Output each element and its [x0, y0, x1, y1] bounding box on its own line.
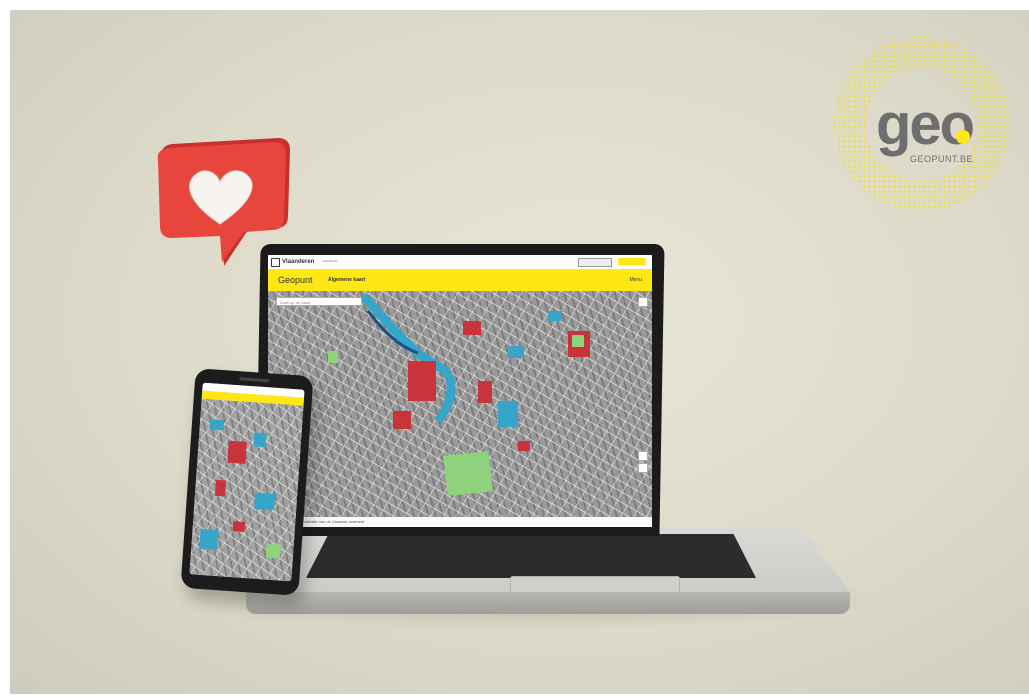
logo-caption: GEOPUNT.BE — [910, 154, 974, 164]
map-overlay — [328, 292, 590, 496]
government-badge — [578, 258, 612, 267]
smartphone — [180, 368, 314, 596]
logo-wordmark: geo — [876, 92, 975, 157]
edit-icon[interactable] — [638, 297, 648, 307]
map-search-input[interactable]: Zoek op de kaart — [276, 297, 362, 306]
map-canvas[interactable]: Zoek op de kaart — [268, 291, 652, 517]
page-title: Geopunt — [278, 275, 313, 285]
phone-screen — [189, 382, 305, 582]
laptop-keyboard — [306, 534, 756, 578]
site-subbrand: GEOPUNT — [323, 259, 338, 263]
topbar-yellow-button[interactable] — [618, 258, 646, 265]
laptop-screen: Vlaanderen GEOPUNT Geopunt Algemene kaar… — [268, 255, 652, 527]
photo-scene: geo GEOPUNT.BE Vlaanderen GEOPUNT Geopun… — [10, 10, 1029, 694]
site-topbar: Vlaanderen GEOPUNT — [268, 255, 652, 270]
geopunt-logo: geo GEOPUNT.BE — [832, 34, 1012, 214]
site-footer: Dit is de officiële website van de Vlaam… — [268, 517, 652, 527]
logo-yellow-dot — [956, 130, 970, 144]
phone-map-canvas[interactable] — [189, 398, 304, 582]
vlaanderen-logo-icon — [271, 258, 280, 267]
laptop-base-front — [246, 592, 850, 614]
geopunt-header: Geopunt Algemene kaart Menu — [268, 269, 652, 291]
zoom-out-icon[interactable] — [638, 463, 648, 473]
phone-speaker — [239, 377, 270, 383]
breadcrumb[interactable]: Algemene kaart — [328, 277, 365, 283]
site-brand[interactable]: Vlaanderen — [282, 259, 314, 265]
phone-map-overlay — [199, 419, 281, 559]
zoom-in-icon[interactable] — [638, 451, 648, 461]
menu-button[interactable]: Menu — [629, 277, 642, 283]
